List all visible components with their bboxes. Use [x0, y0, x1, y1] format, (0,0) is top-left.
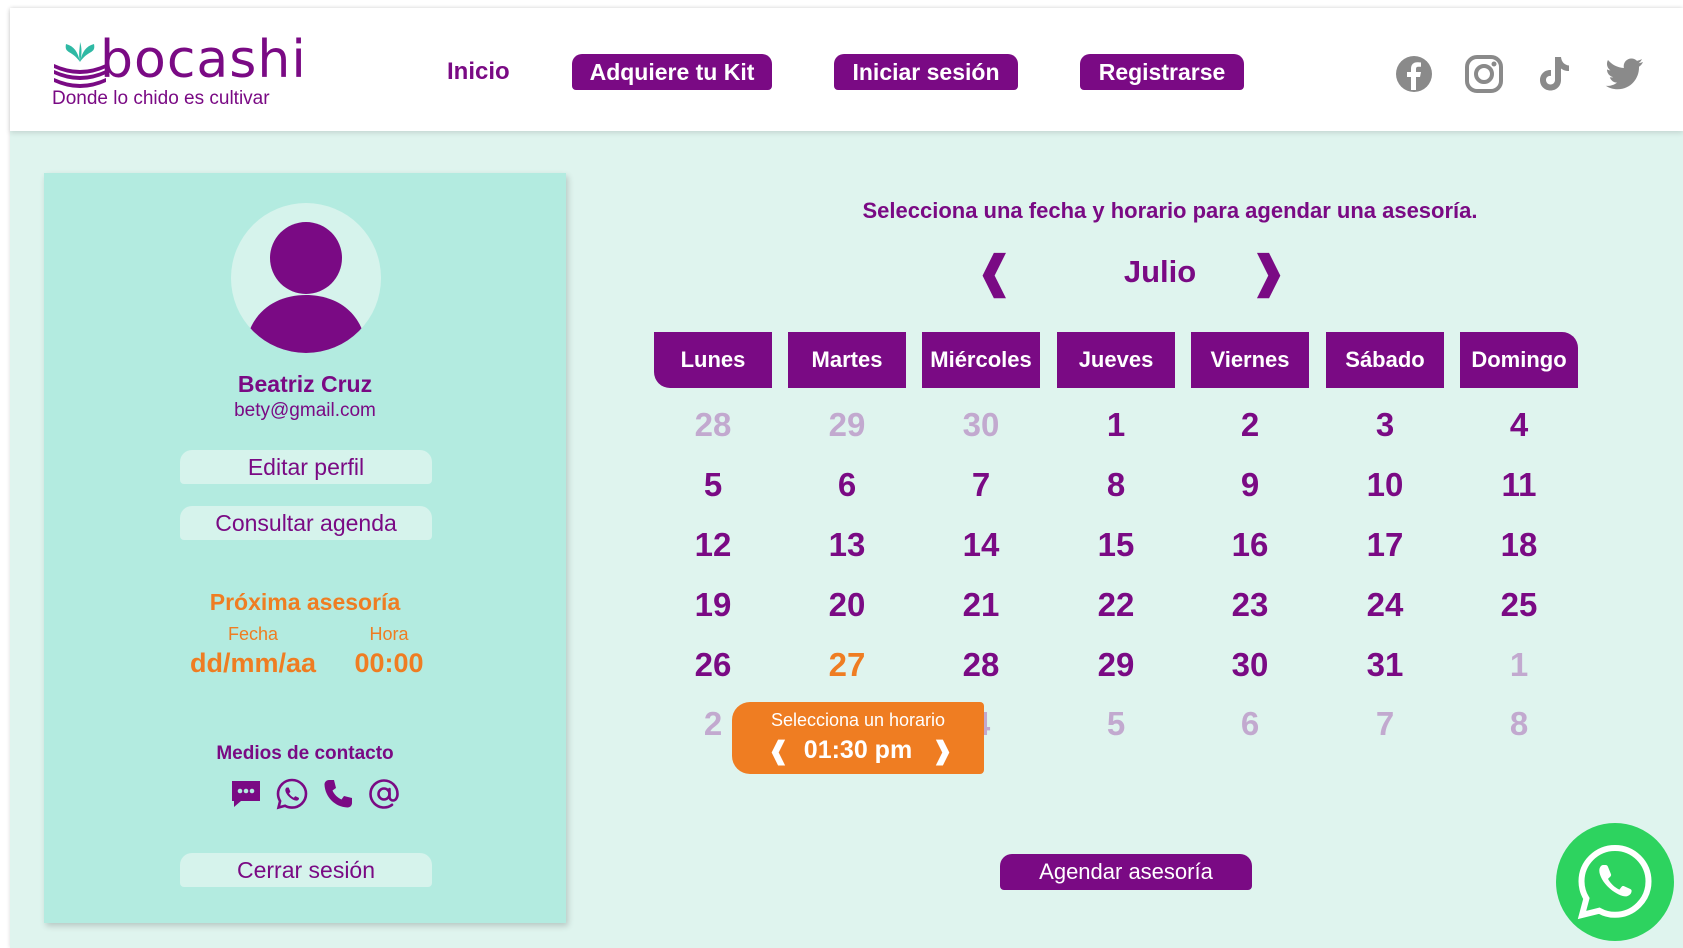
- prev-month-button[interactable]: ❰: [976, 248, 1013, 298]
- whatsapp-icon[interactable]: [275, 777, 309, 811]
- weekday-martes: Martes: [788, 332, 906, 388]
- calendar-day[interactable]: 13: [788, 526, 906, 564]
- calendar-day[interactable]: 7: [922, 466, 1040, 504]
- instagram-icon[interactable]: [1462, 52, 1506, 96]
- calendar-day[interactable]: 27: [788, 646, 906, 684]
- time-label: Hora: [369, 624, 409, 644]
- calendar-day[interactable]: 28: [654, 406, 772, 444]
- time-next-button[interactable]: ❱: [932, 736, 953, 766]
- calendar-day[interactable]: 1: [1460, 646, 1578, 684]
- weekday-jueves: Jueves: [1057, 332, 1175, 388]
- phone-icon[interactable]: [321, 777, 355, 811]
- weekday-miércoles: Miércoles: [922, 332, 1040, 388]
- next-session-time: 00:00: [354, 648, 424, 678]
- calendar-day[interactable]: 23: [1191, 586, 1309, 624]
- user-silhouette-icon: [245, 222, 367, 353]
- calendar-day[interactable]: 24: [1326, 586, 1444, 624]
- calendar-day[interactable]: 8: [1460, 705, 1578, 743]
- schedule-button[interactable]: Agendar asesoría: [1000, 854, 1252, 890]
- nav-kit-button[interactable]: Adquiere tu Kit: [572, 54, 772, 90]
- calendar-day[interactable]: 22: [1057, 586, 1175, 624]
- calendar-day[interactable]: 17: [1326, 526, 1444, 564]
- calendar-day[interactable]: 25: [1460, 586, 1578, 624]
- weekday-domingo: Domingo: [1460, 332, 1578, 388]
- calendar-day[interactable]: 12: [654, 526, 772, 564]
- time-picker-label: Selecciona un horario: [770, 710, 946, 730]
- calendar-day[interactable]: 30: [1191, 646, 1309, 684]
- calendar-day[interactable]: 31: [1326, 646, 1444, 684]
- calendar-day[interactable]: 6: [788, 466, 906, 504]
- calendar-day[interactable]: 8: [1057, 466, 1175, 504]
- brand-name: bocashi: [100, 30, 307, 90]
- calendar-day[interactable]: 15: [1057, 526, 1175, 564]
- calendar-day[interactable]: 16: [1191, 526, 1309, 564]
- tiktok-icon[interactable]: [1531, 52, 1575, 96]
- calendar-day[interactable]: 1: [1057, 406, 1175, 444]
- top-header: bocashi Donde lo chido es cultivar Inici…: [10, 8, 1683, 131]
- brand-logo[interactable]: bocashi Donde lo chido es cultivar: [42, 32, 312, 112]
- time-picker-popup: Selecciona un horario ❰ 01:30 pm ❱: [732, 702, 984, 774]
- calendar-day[interactable]: 29: [788, 406, 906, 444]
- calendar-instruction: Selecciona una fecha y horario para agen…: [862, 198, 1478, 223]
- calendar-day[interactable]: 26: [654, 646, 772, 684]
- avatar: [231, 203, 381, 353]
- calendar-day[interactable]: 7: [1326, 705, 1444, 743]
- calendar-day[interactable]: 2: [1191, 406, 1309, 444]
- calendar-day[interactable]: 5: [1057, 705, 1175, 743]
- view-agenda-button[interactable]: Consultar agenda: [180, 506, 432, 540]
- calendar-day[interactable]: 28: [922, 646, 1040, 684]
- calendar-day[interactable]: 4: [1460, 406, 1578, 444]
- logout-button[interactable]: Cerrar sesión: [180, 853, 432, 887]
- nav-register-button[interactable]: Registrarse: [1080, 54, 1244, 90]
- next-session-title: Próxima asesoría: [209, 589, 401, 615]
- contact-title: Medios de contacto: [216, 743, 394, 764]
- weekday-sábado: Sábado: [1326, 332, 1444, 388]
- date-label: Fecha: [227, 624, 279, 644]
- edit-profile-button[interactable]: Editar perfil: [180, 450, 432, 484]
- brand-tagline: Donde lo chido es cultivar: [52, 88, 270, 109]
- calendar-day[interactable]: 21: [922, 586, 1040, 624]
- user-email: bety@gmail.com: [234, 400, 376, 421]
- chat-icon[interactable]: [229, 777, 263, 811]
- calendar-day[interactable]: 6: [1191, 705, 1309, 743]
- nav-home-link[interactable]: Inicio: [447, 58, 510, 86]
- user-name: Beatriz Cruz: [237, 371, 373, 397]
- weekday-lunes: Lunes: [654, 332, 772, 388]
- calendar-day[interactable]: 3: [1326, 406, 1444, 444]
- calendar-day[interactable]: 30: [922, 406, 1040, 444]
- app-frame: bocashi Donde lo chido es cultivar Inici…: [10, 8, 1683, 948]
- calendar-day[interactable]: 11: [1460, 466, 1578, 504]
- at-icon[interactable]: [367, 777, 401, 811]
- facebook-icon[interactable]: [1392, 52, 1436, 96]
- whatsapp-float-button[interactable]: [1556, 823, 1674, 941]
- profile-card: Beatriz Cruz bety@gmail.com Editar perfi…: [44, 173, 566, 923]
- calendar-day[interactable]: 5: [654, 466, 772, 504]
- next-month-button[interactable]: ❱: [1250, 248, 1287, 298]
- whatsapp-icon: [1577, 844, 1652, 920]
- nav-login-button[interactable]: Iniciar sesión: [834, 54, 1018, 90]
- twitter-icon[interactable]: [1602, 52, 1646, 96]
- month-label: Julio: [1123, 254, 1197, 289]
- calendar-day[interactable]: 19: [654, 586, 772, 624]
- calendar-day[interactable]: 10: [1326, 466, 1444, 504]
- calendar-day[interactable]: 29: [1057, 646, 1175, 684]
- calendar-day[interactable]: 20: [788, 586, 906, 624]
- calendar-day[interactable]: 9: [1191, 466, 1309, 504]
- calendar-day[interactable]: 18: [1460, 526, 1578, 564]
- weekday-viernes: Viernes: [1191, 332, 1309, 388]
- calendar-day[interactable]: 14: [922, 526, 1040, 564]
